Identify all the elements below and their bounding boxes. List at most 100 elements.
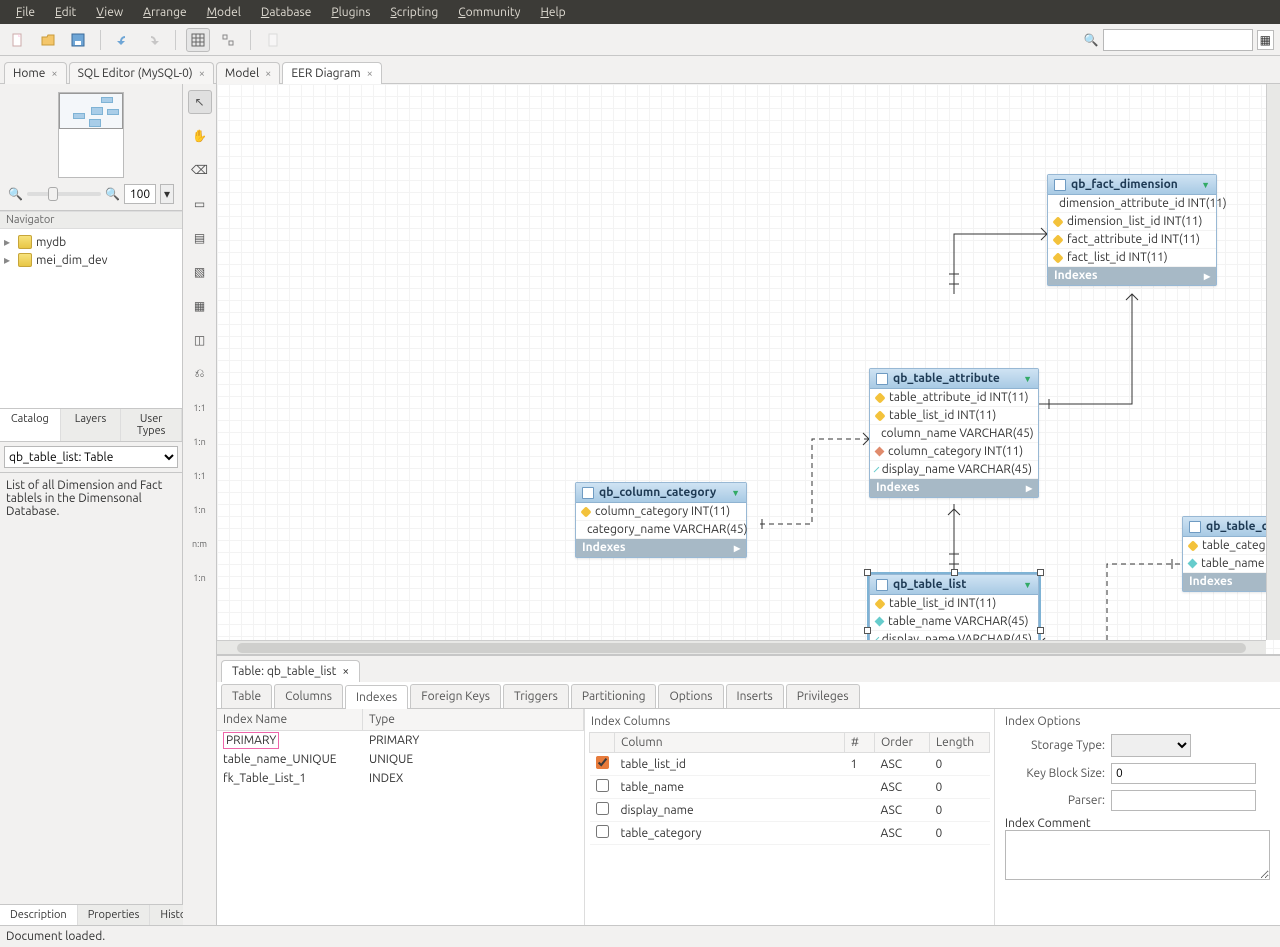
- index-comment-input[interactable]: [1005, 830, 1270, 880]
- catalog-tab-layers[interactable]: Layers: [61, 409, 122, 441]
- chevron-down-icon[interactable]: ▼: [1023, 580, 1032, 590]
- menu-help[interactable]: Help: [530, 2, 575, 23]
- er-table-header[interactable]: qb_table_list▼: [870, 575, 1038, 595]
- editor-subtab[interactable]: Partitioning: [571, 684, 657, 708]
- image-tool-icon[interactable]: ▧: [188, 260, 212, 284]
- menu-database[interactable]: Database: [251, 2, 322, 23]
- catalog-tree[interactable]: ▸mydb▸mei_dim_dev: [0, 229, 182, 409]
- rel-n-m-icon[interactable]: n:m: [188, 532, 212, 556]
- resize-handle[interactable]: [951, 569, 958, 576]
- zoom-slider[interactable]: [27, 192, 101, 196]
- main-tab[interactable]: SQL Editor (MySQL-0)×: [69, 62, 214, 84]
- editor-subtab[interactable]: Table: [221, 684, 272, 708]
- er-table-header[interactable]: qb_fact_dimension▼: [1048, 175, 1216, 195]
- parser-input[interactable]: [1111, 790, 1256, 811]
- index-row[interactable]: table_name_UNIQUEUNIQUE: [217, 750, 584, 769]
- zoom-out-icon[interactable]: 🔍: [8, 187, 23, 201]
- catalog-tab-usertypes[interactable]: User Types: [121, 409, 182, 441]
- editor-subtab[interactable]: Foreign Keys: [410, 684, 501, 708]
- menu-model[interactable]: Model: [197, 2, 251, 23]
- key-block-size-input[interactable]: [1111, 763, 1256, 784]
- catalog-db-item[interactable]: ▸mei_dim_dev: [4, 251, 178, 269]
- menu-arrange[interactable]: Arrange: [133, 2, 196, 23]
- rel-1-1-id-icon[interactable]: 1:1: [188, 464, 212, 488]
- zoom-in-icon[interactable]: 🔍: [105, 187, 120, 201]
- page-icon[interactable]: [261, 28, 285, 52]
- menu-community[interactable]: Community: [448, 2, 530, 23]
- menu-plugins[interactable]: Plugins: [321, 2, 380, 23]
- er-table-qb_table_attribute[interactable]: qb_table_attribute▼table_attribute_id IN…: [869, 368, 1039, 498]
- resize-handle[interactable]: [1037, 569, 1044, 576]
- view-tool-icon[interactable]: ◫: [188, 328, 212, 352]
- align-icon[interactable]: [216, 28, 240, 52]
- grid-toggle-icon[interactable]: [186, 28, 210, 52]
- index-column-row[interactable]: table_nameASC0: [590, 776, 990, 799]
- editor-subtab[interactable]: Columns: [274, 684, 343, 708]
- rel-place-icon[interactable]: 1:n: [188, 566, 212, 590]
- chevron-down-icon[interactable]: ▼: [1201, 180, 1210, 190]
- index-column-row[interactable]: table_categoryASC0: [590, 822, 990, 845]
- rel-1-n-id-icon[interactable]: 1:n: [188, 498, 212, 522]
- close-icon[interactable]: ×: [51, 68, 57, 80]
- column-checkbox[interactable]: [596, 802, 609, 815]
- index-row[interactable]: fk_Table_List_1INDEX: [217, 769, 584, 788]
- er-table-header[interactable]: qb_table_attribute▼: [870, 369, 1038, 389]
- horizontal-scrollbar[interactable]: [217, 640, 1266, 654]
- rel-1-n-icon[interactable]: 1:n: [188, 430, 212, 454]
- object-select[interactable]: qb_table_list: Table: [4, 446, 178, 468]
- er-indexes-bar[interactable]: Indexes▸: [1048, 267, 1216, 285]
- resize-handle[interactable]: [1037, 627, 1044, 634]
- storage-type-select[interactable]: [1111, 734, 1191, 757]
- main-tab[interactable]: EER Diagram×: [282, 62, 381, 84]
- chevron-down-icon[interactable]: ▼: [1023, 374, 1032, 384]
- close-icon[interactable]: ×: [367, 68, 373, 80]
- save-icon[interactable]: [66, 28, 90, 52]
- close-icon[interactable]: ×: [342, 665, 349, 678]
- diagram-canvas[interactable]: qb_fact_dimension▼dimension_attribute_id…: [217, 84, 1280, 654]
- editor-subtab[interactable]: Triggers: [503, 684, 569, 708]
- menu-file[interactable]: File: [6, 2, 45, 23]
- menu-edit[interactable]: Edit: [45, 2, 86, 23]
- resize-handle[interactable]: [864, 627, 871, 634]
- routine-tool-icon[interactable]: ⎌: [188, 362, 212, 386]
- redo-icon[interactable]: [141, 28, 165, 52]
- search-go-icon[interactable]: ▦: [1257, 30, 1274, 50]
- menu-scripting[interactable]: Scripting: [380, 2, 448, 23]
- index-column-row[interactable]: display_nameASC0: [590, 799, 990, 822]
- column-checkbox[interactable]: [596, 825, 609, 838]
- catalog-db-item[interactable]: ▸mydb: [4, 233, 178, 251]
- pointer-tool-icon[interactable]: ↖: [188, 90, 212, 114]
- editor-tab[interactable]: Table: qb_table_list×: [221, 660, 360, 682]
- index-column-row[interactable]: table_list_id1ASC0: [590, 753, 990, 776]
- search-input[interactable]: [1103, 29, 1253, 51]
- index-row[interactable]: PRIMARYPRIMARY: [217, 731, 584, 750]
- er-indexes-bar[interactable]: Indexes▸: [576, 539, 746, 557]
- editor-subtab[interactable]: Options: [658, 684, 723, 708]
- catalog-tab-catalog[interactable]: Catalog: [0, 409, 61, 441]
- table-tool-icon[interactable]: ▦: [188, 294, 212, 318]
- er-table-qb_fact_dimension[interactable]: qb_fact_dimension▼dimension_attribute_id…: [1047, 174, 1217, 286]
- chevron-down-icon[interactable]: ▼: [731, 488, 740, 498]
- menu-view[interactable]: View: [86, 2, 133, 23]
- rel-1-1-icon[interactable]: 1:1: [188, 396, 212, 420]
- layer-tool-icon[interactable]: ▭: [188, 192, 212, 216]
- undo-icon[interactable]: [111, 28, 135, 52]
- open-file-icon[interactable]: [36, 28, 60, 52]
- resize-handle[interactable]: [864, 569, 871, 576]
- zoom-input[interactable]: [124, 184, 156, 204]
- main-tab[interactable]: Model×: [216, 62, 280, 84]
- prop-tab-properties[interactable]: Properties: [78, 905, 151, 925]
- search-icon[interactable]: 🔍: [1084, 33, 1099, 47]
- er-table-qb_column_category[interactable]: qb_column_category▼column_category INT(1…: [575, 482, 747, 558]
- column-checkbox[interactable]: [596, 756, 609, 769]
- column-checkbox[interactable]: [596, 779, 609, 792]
- hand-tool-icon[interactable]: ✋: [188, 124, 212, 148]
- note-tool-icon[interactable]: ▤: [188, 226, 212, 250]
- new-file-icon[interactable]: [6, 28, 30, 52]
- zoom-dropdown[interactable]: ▾: [160, 184, 174, 204]
- editor-subtab[interactable]: Privileges: [786, 684, 860, 708]
- prop-tab-description[interactable]: Description: [0, 905, 78, 925]
- birds-eye-view[interactable]: [58, 92, 124, 178]
- vertical-scrollbar[interactable]: [1266, 84, 1280, 640]
- editor-subtab[interactable]: Inserts: [726, 684, 784, 708]
